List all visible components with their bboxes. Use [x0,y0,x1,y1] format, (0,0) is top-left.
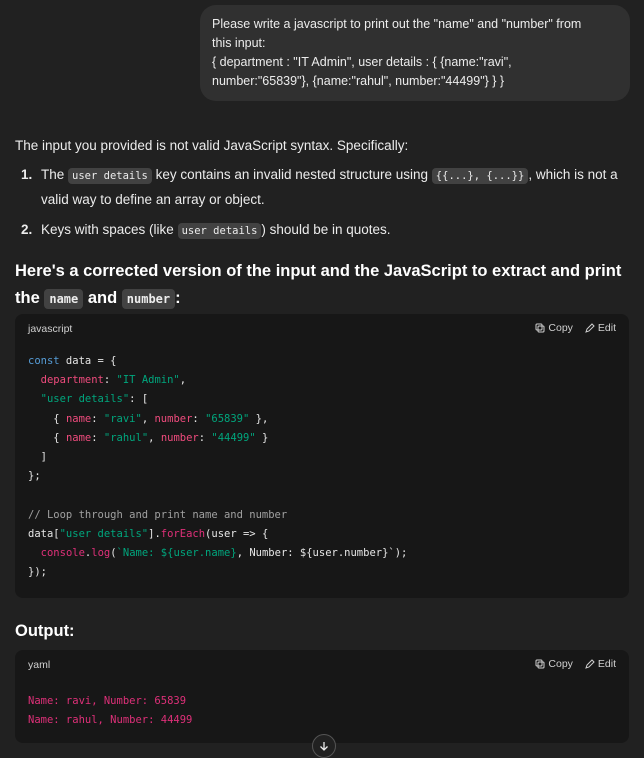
code-language-label: yaml [28,659,51,671]
inline-code: {{...}, {...}} [431,168,529,184]
heading-text: : [175,289,181,307]
issue-list: 1. The user details key contains an inva… [15,163,629,249]
inline-code: name [44,289,84,309]
inline-code: number [121,289,176,309]
user-message-line: { department : "IT Admin", user details … [212,55,512,69]
arrow-down-icon [320,742,328,751]
output-line: Name: rahul, Number: 44499 [28,714,193,727]
list-text: Keys with spaces (like [41,222,178,237]
edit-icon [585,323,595,333]
edit-label: Edit [597,658,616,670]
code-block-header: yaml Copy Edit [15,650,629,680]
edit-button[interactable]: Edit [585,658,616,670]
inline-code: user details [177,223,262,239]
user-message-line: this input: [212,36,266,50]
list-text: key contains an invalid nested structure… [151,167,432,182]
list-number: 2. [21,222,33,237]
code-language-label: javascript [28,323,73,335]
list-number: 1. [21,167,33,182]
user-message-bubble: Please write a javascript to print out t… [200,5,630,101]
copy-icon [535,323,545,333]
edit-icon [585,659,595,669]
list-text: ) should be in quotes. [261,222,391,237]
output-heading: Output: [15,622,75,640]
code-block-javascript: javascript Copy Edit const data = { depa… [15,314,629,598]
list-item: 1. The user details key contains an inva… [15,163,629,212]
section-heading: Here's a corrected version of the input … [15,258,629,313]
code-content: const data = { department: "IT Admin", "… [28,355,408,579]
copy-label: Copy [548,322,573,334]
code-block-header: javascript Copy Edit [15,314,629,344]
code-block-yaml: yaml Copy Edit Name: ravi, Number: 65839… [15,650,629,743]
scroll-down-button[interactable] [312,734,336,758]
user-message-line: number:"65839"}, {name:"rahul", number:"… [212,74,505,88]
copy-icon [535,659,545,669]
copy-button[interactable]: Copy [535,658,573,670]
output-line: Name: ravi, Number: 65839 [28,695,187,707]
inline-code: user details [68,168,152,184]
edit-button[interactable]: Edit [585,322,616,334]
list-text: The [41,167,69,182]
copy-label: Copy [548,658,573,670]
heading-text: and [83,289,122,307]
user-message-line: Please write a javascript to print out t… [212,17,582,31]
list-item: 2. Keys with spaces (like user details) … [15,218,629,243]
response-intro: The input you provided is not valid Java… [15,138,409,153]
copy-button[interactable]: Copy [535,322,573,334]
edit-label: Edit [597,322,616,334]
